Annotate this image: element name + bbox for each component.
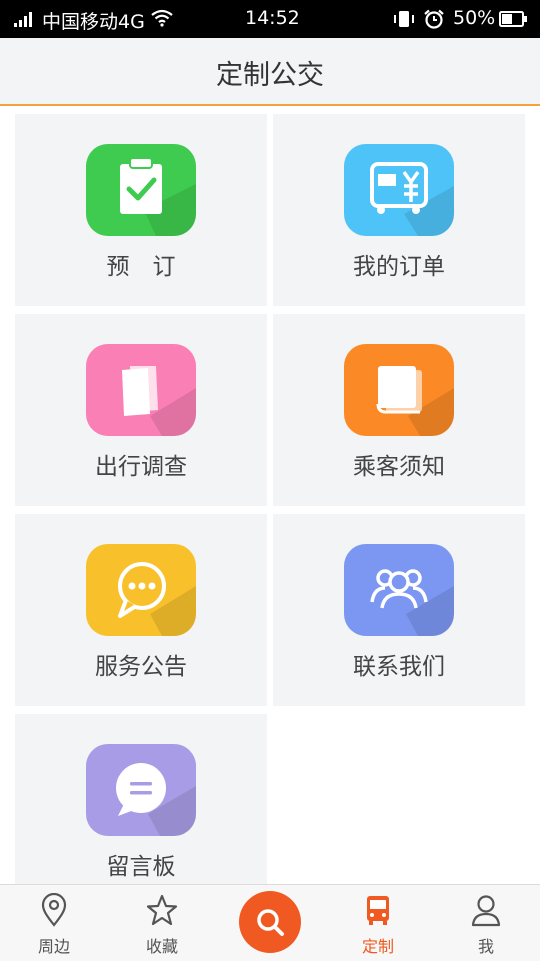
search-icon — [257, 909, 284, 936]
page-title: 定制公交 — [216, 60, 324, 91]
star-icon — [146, 894, 178, 926]
tab-custom[interactable]: 定制 — [338, 885, 418, 961]
tab-favorites[interactable]: 收藏 — [122, 885, 202, 961]
tab-label: 收藏 — [145, 937, 178, 956]
menu-item-label: 预 订 — [106, 254, 176, 280]
notice-book-icon — [344, 344, 454, 436]
bottom-tab-bar: 周边 收藏 定制 我 — [0, 884, 540, 961]
status-bar: 中国移动4G 14:52 50% — [0, 0, 540, 38]
menu-item-booking[interactable]: 预 订 — [15, 114, 267, 306]
group-people-icon — [344, 544, 454, 636]
search-button[interactable] — [239, 891, 301, 953]
bus-icon — [367, 896, 389, 925]
user-icon — [471, 895, 501, 927]
clock-time: 14:52 — [245, 7, 300, 29]
location-pin-icon — [41, 893, 67, 927]
battery-percent: 50% — [453, 7, 496, 29]
clipboard-check-icon — [86, 144, 196, 236]
menu-item-label: 出行调查 — [95, 454, 187, 480]
signal-icon — [14, 12, 32, 27]
bus-yen-icon — [344, 144, 454, 236]
app-header: 定制公交 — [0, 38, 540, 106]
menu-item-message-board[interactable]: 留言板 — [15, 714, 267, 884]
tab-label: 定制 — [361, 937, 394, 956]
carrier-label: 中国移动4G — [42, 11, 145, 33]
menu-item-travel-survey[interactable]: 出行调查 — [15, 314, 267, 506]
menu-item-label: 乘客须知 — [353, 454, 445, 480]
message-bubble-icon — [86, 744, 196, 836]
menu-item-label: 我的订单 — [353, 254, 445, 280]
tab-nearby[interactable]: 周边 — [14, 885, 94, 961]
battery-icon — [499, 11, 527, 27]
speech-bubble-dots-icon — [86, 544, 196, 636]
menu-item-label: 留言板 — [106, 854, 176, 880]
alarm-icon — [424, 9, 444, 29]
tab-label: 我 — [477, 937, 494, 956]
tab-label: 周边 — [37, 937, 70, 956]
tab-me[interactable]: 我 — [446, 885, 526, 961]
menu-item-label: 联系我们 — [353, 654, 445, 680]
menu-grid: 预 订 我的订单 出行调查 乘客须知 服务公告 联系我们 留言板 — [0, 106, 540, 884]
menu-item-service-announcement[interactable]: 服务公告 — [15, 514, 267, 706]
menu-item-passenger-notice[interactable]: 乘客须知 — [273, 314, 525, 506]
survey-papers-icon — [86, 344, 196, 436]
vibrate-icon — [394, 11, 414, 27]
menu-item-my-orders[interactable]: 我的订单 — [273, 114, 525, 306]
menu-item-label: 服务公告 — [95, 654, 187, 680]
wifi-icon — [151, 9, 173, 27]
menu-item-contact-us[interactable]: 联系我们 — [273, 514, 525, 706]
